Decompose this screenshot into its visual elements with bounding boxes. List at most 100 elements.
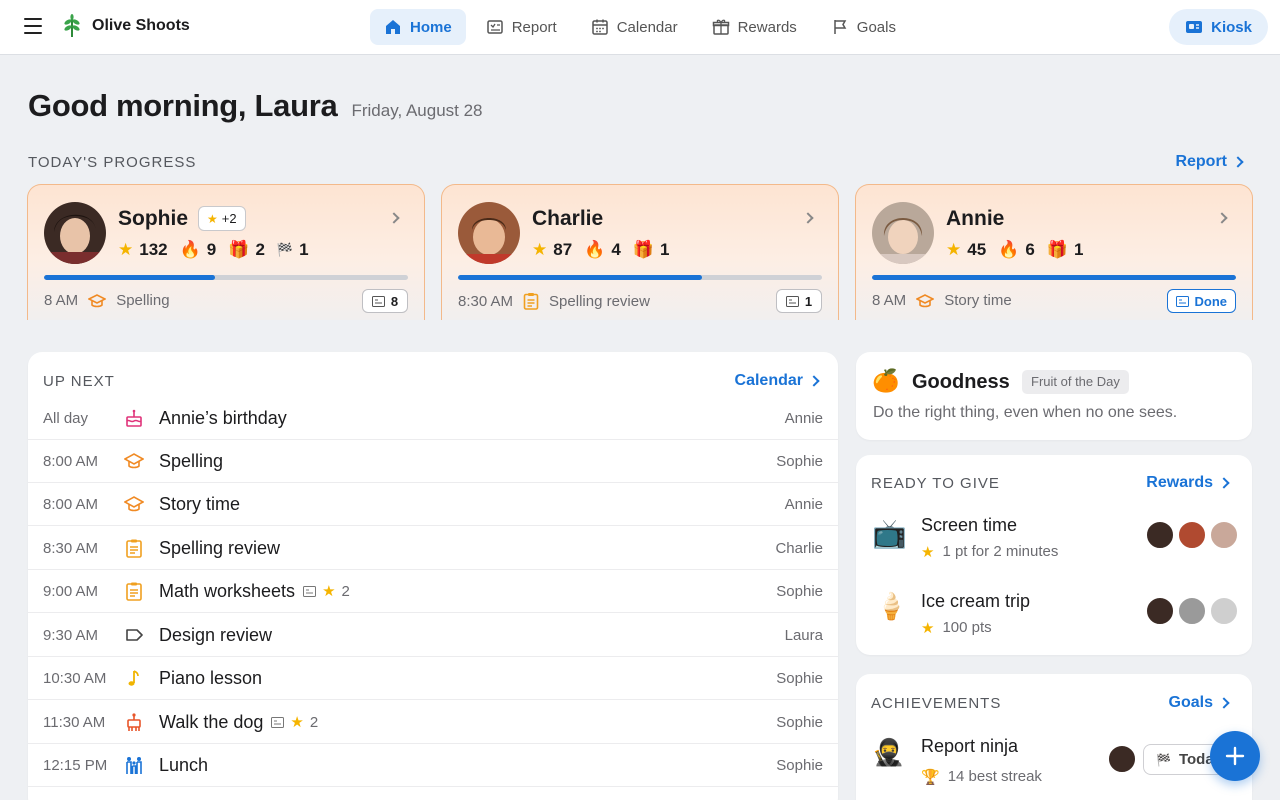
streak-count: 4 [611, 240, 621, 259]
nav-goals-label: Goals [856, 18, 896, 36]
list-item[interactable]: 9:00 AM Math worksheets ★ 2 Sophie [28, 570, 838, 613]
stars-count: 87 [553, 240, 573, 259]
progress-fill [458, 275, 702, 280]
achievement-item[interactable]: 🥷 Report ninja 🏆 14 best streak 🏁 Today [856, 732, 1252, 796]
report-icon [785, 295, 799, 307]
greeting: Good morning, Laura Friday, August 28 [28, 88, 483, 124]
ready-label: READY TO GIVE [871, 475, 1000, 492]
avatar [1178, 521, 1206, 549]
fire-icon: 🔥 [998, 240, 1020, 259]
next-activity: 8 AM Spelling [44, 292, 170, 309]
stars-count: 132 [139, 240, 168, 259]
nav-report[interactable]: Report [472, 9, 571, 45]
activity-name: Spelling [116, 292, 170, 309]
fire-icon: 🔥 [584, 240, 606, 259]
orange-icon: 🍊 [872, 368, 900, 393]
event-title: Lunch [159, 755, 208, 776]
kid-card-sophie[interactable]: Sophie ★ +2 ★ 132 🔥 9 🎁 2 🏁 1 8 AM Spelling … [27, 184, 425, 320]
up-next-card: UP NEXT Calendar All day Annie’s birthda… [28, 352, 838, 800]
add-button[interactable] [1210, 731, 1260, 781]
points-value: 2 [309, 713, 319, 731]
menu-icon[interactable] [22, 18, 44, 36]
tv-icon: 📺 [872, 518, 907, 549]
task-count-badge[interactable]: 8 [362, 289, 408, 313]
reward-title: Ice cream trip [921, 591, 1031, 611]
event-person: Annie [784, 409, 823, 427]
list-item[interactable]: 8:00 AM Spelling Sophie [28, 440, 838, 483]
reward-cost: 1 pt for 2 minutes [942, 543, 1059, 560]
report-icon [303, 585, 317, 597]
achievements-label: ACHIEVEMENTS [871, 695, 1002, 712]
up-next-label: UP NEXT [43, 372, 115, 390]
nav-home[interactable]: Home [370, 9, 466, 45]
progress-bar [872, 275, 1236, 280]
task-count: 1 [804, 293, 813, 309]
home-icon [386, 20, 400, 34]
ready-to-give-card: READY TO GIVE Rewards 📺 Screen time ★ 1 … [856, 455, 1252, 655]
checkered-flag-icon: 🏁 [276, 242, 294, 257]
done-badge[interactable]: Done [1166, 289, 1236, 313]
list-item[interactable]: All day Annie’s birthday Annie [28, 397, 838, 440]
kid-name: Annie [946, 207, 1005, 230]
kid-card-annie[interactable]: Annie ★ 45 🔥 6 🎁 1 8 AM Story time Done [855, 184, 1253, 320]
event-time: 8:30 AM [43, 539, 99, 557]
event-time: 9:30 AM [43, 626, 99, 644]
reward-item-screen-time[interactable]: 📺 Screen time ★ 1 pt for 2 minutes [856, 510, 1252, 574]
activity-time: 8 AM [872, 292, 907, 309]
graduation-cap-icon [124, 453, 144, 469]
event-title: Piano lesson [159, 668, 262, 689]
event-title-text: Story time [159, 493, 241, 514]
stars-count: 45 [967, 240, 987, 259]
nav-rewards[interactable]: Rewards [698, 9, 811, 45]
next-activity: 8 AM Story time [872, 292, 1012, 309]
list-item[interactable]: 9:30 AM Design review Laura [28, 614, 838, 657]
list-item[interactable]: 12:15 PM Lunch Sophie [28, 744, 838, 787]
gifts-count: 1 [659, 240, 670, 259]
nav-report-label: Report [511, 18, 557, 36]
list-item[interactable]: 8:00 AM Story time Annie [28, 483, 838, 526]
event-title-text: Design review [159, 624, 273, 645]
chevron-right-icon [388, 212, 400, 224]
graduation-cap-icon [124, 496, 144, 512]
task-count-badge[interactable]: 1 [776, 289, 822, 313]
event-time: 8:00 AM [43, 452, 99, 470]
reward-item-ice-cream[interactable]: 🍦 Ice cream trip ★ 100 pts [856, 586, 1252, 650]
avatar [44, 202, 106, 264]
rewards-icon [712, 19, 729, 35]
nav-goals[interactable]: Goals [817, 9, 910, 45]
gift-icon: 🎁 [228, 240, 250, 259]
event-title-text: Math worksheets [159, 580, 296, 601]
event-person: Sophie [776, 452, 823, 470]
streak-count: 6 [1025, 240, 1035, 259]
music-note-icon [128, 670, 139, 686]
calendar-link[interactable]: Calendar [735, 372, 818, 390]
event-time: 9:00 AM [43, 582, 99, 600]
kid-card-charlie[interactable]: Charlie ★ 87 🔥 4 🎁 1 8:30 AM Spelling revie… [441, 184, 839, 320]
walk-icon [127, 713, 141, 731]
kid-name: Charlie [532, 207, 604, 230]
kiosk-button[interactable]: Kiosk [1169, 9, 1268, 45]
bonus-badge: ★ +2 [198, 206, 246, 231]
list-item[interactable]: 11:30 AM Walk the dog ★ 2 Sophie [28, 701, 838, 744]
brand[interactable]: Olive Shoots [62, 14, 190, 38]
achievement-sub: 🏆 14 best streak [921, 768, 1042, 786]
nav-calendar[interactable]: Calendar [577, 9, 692, 45]
fire-icon: 🔥 [179, 240, 201, 259]
goals-link[interactable]: Goals [1169, 694, 1228, 712]
kid-stats: ★ 45 🔥 6 🎁 1 [946, 240, 1089, 260]
calendar-link-label: Calendar [734, 372, 803, 389]
avatar [1210, 597, 1238, 625]
rewards-link-label: Rewards [1146, 474, 1213, 491]
event-title-text: Piano lesson [159, 667, 263, 688]
list-item[interactable]: 8:30 AM Spelling review Charlie [28, 527, 838, 570]
nav-calendar-label: Calendar [616, 18, 678, 36]
star-icon: ★ [921, 544, 935, 561]
checkered-flag-icon: 🏁 [1156, 752, 1171, 767]
report-icon [1175, 295, 1189, 307]
star-icon: ★ [118, 240, 134, 259]
avatar [872, 202, 934, 264]
bonus-value: +2 [221, 211, 237, 226]
list-item[interactable]: 10:30 AM Piano lesson Sophie [28, 657, 838, 700]
report-link[interactable]: Report [1175, 153, 1242, 171]
rewards-link[interactable]: Rewards [1146, 474, 1228, 492]
